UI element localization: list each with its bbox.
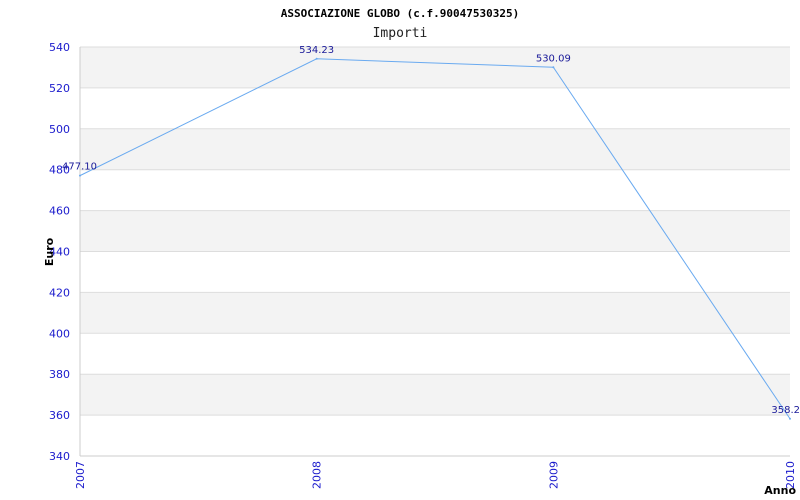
y-tick-label: 340 [49, 450, 70, 463]
grid-band [80, 128, 790, 170]
x-axis-label: Anno [764, 484, 796, 497]
y-axis-label: Euro [43, 237, 56, 266]
x-tick-label: 2009 [547, 461, 560, 489]
y-tick-label: 400 [49, 327, 70, 340]
y-tick-label: 460 [49, 205, 70, 218]
data-label: 477.10 [62, 162, 97, 173]
line-chart: ASSOCIAZIONE GLOBO (c.f.90047530325) Imp… [43, 7, 800, 497]
y-tick-label: 520 [49, 82, 70, 95]
chart-subtitle: Importi [373, 26, 428, 41]
chart-title: ASSOCIAZIONE GLOBO (c.f.90047530325) [281, 7, 519, 20]
data-point [552, 66, 555, 69]
y-tick-label: 420 [49, 286, 70, 299]
data-point [315, 57, 318, 60]
y-tick-label: 360 [49, 409, 70, 422]
x-tick-labels: 2007 2008 2009 2010 [74, 461, 797, 489]
grid-band [80, 47, 790, 88]
data-point [789, 417, 791, 420]
data-point [79, 174, 81, 177]
grid-band [80, 374, 790, 416]
grid-band [80, 210, 790, 252]
y-tick-label: 380 [49, 368, 70, 381]
x-tick-label: 2008 [311, 461, 324, 489]
data-label: 358.2 [771, 405, 800, 416]
grid-band [80, 292, 790, 334]
grid-bands [80, 47, 790, 416]
y-tick-label: 540 [49, 41, 70, 54]
data-label: 530.09 [536, 53, 571, 64]
x-tick-label: 2007 [74, 461, 87, 489]
data-label: 534.23 [299, 45, 334, 56]
y-tick-label: 500 [49, 123, 70, 136]
